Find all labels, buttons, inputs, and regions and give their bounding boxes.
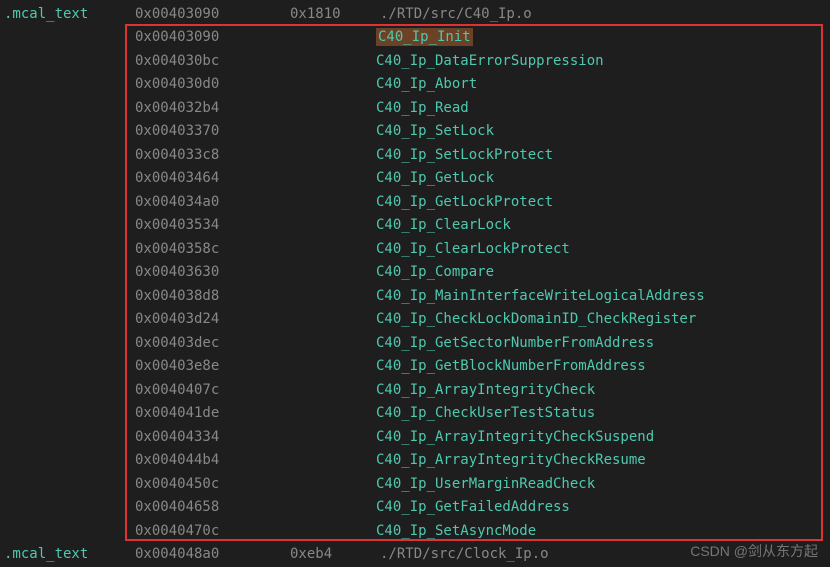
map-file-content: .mcal_text 0x00403090 0x1810 ./RTD/src/C… xyxy=(0,0,830,566)
symbol-row: .0x00403534C40_Ip_ClearLock xyxy=(0,214,830,238)
symbol-row: .0x0040358cC40_Ip_ClearLockProtect xyxy=(0,237,830,261)
symbol-row: .0x004041deC40_Ip_CheckUserTestStatus xyxy=(0,402,830,426)
section-size: 0xeb4 xyxy=(290,546,380,562)
symbol-name: C40_Ip_SetAsyncMode xyxy=(376,523,536,539)
symbol-row: .0x00403d24C40_Ip_CheckLockDomainID_Chec… xyxy=(0,308,830,332)
symbol-name: C40_Ip_ClearLock xyxy=(376,217,511,233)
symbol-name: C40_Ip_ArrayIntegrityCheck xyxy=(376,382,595,398)
symbol-name-col: C40_Ip_Compare xyxy=(290,264,494,280)
symbol-address: 0x00403d24 xyxy=(135,311,290,327)
symbol-name: C40_Ip_SetLockProtect xyxy=(376,147,553,163)
symbol-name: C40_Ip_Init xyxy=(376,28,473,46)
symbol-row: .0x00404658C40_Ip_GetFailedAddress xyxy=(0,496,830,520)
symbol-name-col: C40_Ip_ArrayIntegrityCheckSuspend xyxy=(290,429,654,445)
symbol-row: .0x0040470cC40_Ip_SetAsyncMode xyxy=(0,519,830,543)
symbol-name: C40_Ip_SetLock xyxy=(376,123,494,139)
symbol-name-col: C40_Ip_GetLock xyxy=(290,170,494,186)
symbol-name: C40_Ip_UserMarginReadCheck xyxy=(376,476,595,492)
symbol-name-col: C40_Ip_UserMarginReadCheck xyxy=(290,476,595,492)
symbol-row: .0x00403decC40_Ip_GetSectorNumberFromAdd… xyxy=(0,331,830,355)
symbol-row: .0x00403630C40_Ip_Compare xyxy=(0,261,830,285)
symbol-name-col: C40_Ip_CheckUserTestStatus xyxy=(290,405,595,421)
object-path: ./RTD/src/Clock_Ip.o xyxy=(380,546,549,562)
symbol-name-col: C40_Ip_Init xyxy=(290,29,473,45)
symbol-address: 0x004030d0 xyxy=(135,76,290,92)
symbol-address: 0x0040450c xyxy=(135,476,290,492)
symbol-row: .0x004033c8C40_Ip_SetLockProtect xyxy=(0,143,830,167)
symbol-row: .0x004034a0C40_Ip_GetLockProtect xyxy=(0,190,830,214)
symbol-address: 0x0040470c xyxy=(135,523,290,539)
symbol-address: 0x00403630 xyxy=(135,264,290,280)
symbol-address: 0x00403090 xyxy=(135,29,290,45)
symbol-name: C40_Ip_CheckUserTestStatus xyxy=(376,405,595,421)
symbol-name-col: C40_Ip_GetSectorNumberFromAddress xyxy=(290,335,654,351)
symbol-address: 0x0040358c xyxy=(135,241,290,257)
symbol-name-col: C40_Ip_Abort xyxy=(290,76,477,92)
symbol-address: 0x004038d8 xyxy=(135,288,290,304)
symbol-name-col: C40_Ip_GetFailedAddress xyxy=(290,499,570,515)
symbol-row: .0x00403e8eC40_Ip_GetBlockNumberFromAddr… xyxy=(0,355,830,379)
symbol-address: 0x00404658 xyxy=(135,499,290,515)
symbol-name-col: C40_Ip_ArrayIntegrityCheckResume xyxy=(290,452,646,468)
symbol-row: .0x004030bcC40_Ip_DataErrorSuppression xyxy=(0,49,830,73)
symbol-name-col: C40_Ip_CheckLockDomainID_CheckRegister xyxy=(290,311,696,327)
symbol-name: C40_Ip_Compare xyxy=(376,264,494,280)
symbol-address: 0x0040407c xyxy=(135,382,290,398)
symbol-name: C40_Ip_Abort xyxy=(376,76,477,92)
symbol-row: .0x00403464C40_Ip_GetLock xyxy=(0,167,830,191)
symbol-row: .0x004044b4C40_Ip_ArrayIntegrityCheckRes… xyxy=(0,449,830,473)
watermark: CSDN @剑从东方起 xyxy=(690,541,818,561)
symbol-address: 0x004041de xyxy=(135,405,290,421)
symbol-row: .0x00403370C40_Ip_SetLock xyxy=(0,120,830,144)
section-address: 0x00403090 xyxy=(135,6,290,22)
symbol-name-col: C40_Ip_DataErrorSuppression xyxy=(290,53,604,69)
symbol-name: C40_Ip_DataErrorSuppression xyxy=(376,53,604,69)
symbol-name-col: C40_Ip_SetLockProtect xyxy=(290,147,553,163)
symbol-name: C40_Ip_Read xyxy=(376,100,469,116)
symbol-address: 0x00403464 xyxy=(135,170,290,186)
symbol-address: 0x00404334 xyxy=(135,429,290,445)
symbol-row: .0x004030d0C40_Ip_Abort xyxy=(0,73,830,97)
symbol-name: C40_Ip_GetBlockNumberFromAddress xyxy=(376,358,646,374)
symbol-row: .0x00404334C40_Ip_ArrayIntegrityCheckSus… xyxy=(0,425,830,449)
symbol-address: 0x004032b4 xyxy=(135,100,290,116)
symbol-row: .0x004038d8C40_Ip_MainInterfaceWriteLogi… xyxy=(0,284,830,308)
symbol-name-col: C40_Ip_ClearLock xyxy=(290,217,511,233)
symbol-name: C40_Ip_GetSectorNumberFromAddress xyxy=(376,335,654,351)
symbol-address: 0x00403534 xyxy=(135,217,290,233)
symbol-row: .0x0040450cC40_Ip_UserMarginReadCheck xyxy=(0,472,830,496)
symbol-name-col: C40_Ip_SetAsyncMode xyxy=(290,523,536,539)
symbol-name: C40_Ip_CheckLockDomainID_CheckRegister xyxy=(376,311,696,327)
symbol-name-col: C40_Ip_MainInterfaceWriteLogicalAddress xyxy=(290,288,705,304)
symbol-address: 0x004044b4 xyxy=(135,452,290,468)
symbol-name: C40_Ip_ClearLockProtect xyxy=(376,241,570,257)
symbol-name-col: C40_Ip_ClearLockProtect xyxy=(290,241,570,257)
symbol-name: C40_Ip_GetLockProtect xyxy=(376,194,553,210)
section-header-row: .mcal_text 0x00403090 0x1810 ./RTD/src/C… xyxy=(0,2,830,26)
symbol-name-col: C40_Ip_Read xyxy=(290,100,469,116)
symbol-address: 0x004034a0 xyxy=(135,194,290,210)
symbol-row: .0x00403090C40_Ip_Init xyxy=(0,26,830,50)
symbol-address: 0x00403370 xyxy=(135,123,290,139)
symbol-name-col: C40_Ip_ArrayIntegrityCheck xyxy=(290,382,595,398)
symbol-name-col: C40_Ip_GetBlockNumberFromAddress xyxy=(290,358,646,374)
symbol-row: .0x0040407cC40_Ip_ArrayIntegrityCheck xyxy=(0,378,830,402)
section-name: .mcal_text xyxy=(0,546,135,562)
symbol-address: 0x00403dec xyxy=(135,335,290,351)
symbol-name-col: C40_Ip_SetLock xyxy=(290,123,494,139)
symbol-name: C40_Ip_GetLock xyxy=(376,170,494,186)
symbol-name: C40_Ip_GetFailedAddress xyxy=(376,499,570,515)
symbol-name: C40_Ip_ArrayIntegrityCheckSuspend xyxy=(376,429,654,445)
symbol-name: C40_Ip_ArrayIntegrityCheckResume xyxy=(376,452,646,468)
object-path: ./RTD/src/C40_Ip.o xyxy=(380,6,532,22)
symbol-name-col: C40_Ip_GetLockProtect xyxy=(290,194,553,210)
symbol-row: .0x004032b4C40_Ip_Read xyxy=(0,96,830,120)
symbol-address: 0x004030bc xyxy=(135,53,290,69)
symbol-address: 0x004033c8 xyxy=(135,147,290,163)
section-size: 0x1810 xyxy=(290,6,380,22)
symbol-address: 0x00403e8e xyxy=(135,358,290,374)
section-address: 0x004048a0 xyxy=(135,546,290,562)
symbol-name: C40_Ip_MainInterfaceWriteLogicalAddress xyxy=(376,288,705,304)
section-name: .mcal_text xyxy=(0,6,135,22)
